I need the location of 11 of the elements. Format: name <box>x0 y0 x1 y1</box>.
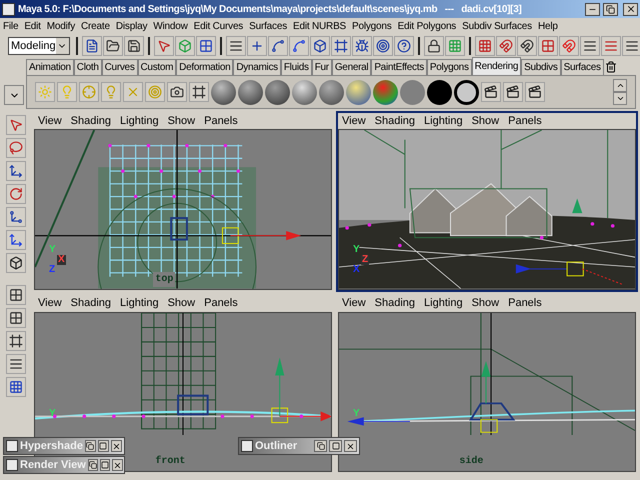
floating-window-title: Outliner <box>255 438 298 454</box>
axis-label: Y <box>353 244 360 254</box>
axis-label: Y <box>49 409 56 419</box>
axis-label: X <box>353 264 360 274</box>
axis-label: Z <box>361 254 370 264</box>
axis-label: Z <box>49 264 56 274</box>
view-name-label: top <box>153 272 176 286</box>
window-title: Maya 5.0: F:\Documents and Settings\jyq\My Documents\maya\projects\default\scenes\jyq.mb --- dadi.cv[10][3] <box>18 2 522 16</box>
axis-label: X <box>57 254 66 264</box>
axis-label: Y <box>353 409 360 419</box>
axis-label: Y <box>49 244 56 254</box>
